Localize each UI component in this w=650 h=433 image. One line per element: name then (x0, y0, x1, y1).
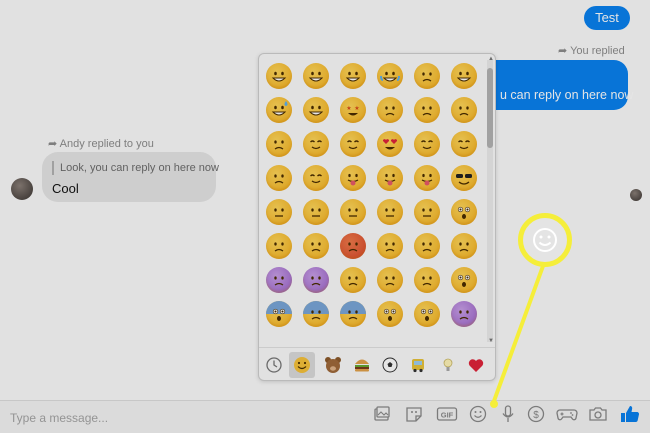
reply-arrow-icon: ➦ (48, 138, 58, 150)
emoji-option[interactable] (377, 301, 403, 327)
sent-message-test[interactable]: Test (584, 6, 630, 30)
you-replied-label: ➦ You replied (558, 44, 625, 57)
gif-icon[interactable]: GIF (436, 404, 458, 424)
messenger-window: Test ➦ You replied u can reply on here n… (0, 0, 650, 433)
emoji-option[interactable] (414, 233, 440, 259)
like-icon[interactable] (619, 404, 641, 424)
emoji-option[interactable] (451, 131, 477, 157)
emoji-option[interactable] (340, 199, 366, 225)
emoji-option[interactable] (303, 199, 329, 225)
emoji-scrollbar[interactable] (487, 60, 493, 342)
emoji-option[interactable] (303, 97, 329, 123)
smiley-icon[interactable] (289, 352, 315, 378)
emoji-option[interactable] (377, 199, 403, 225)
emoji-option[interactable] (266, 131, 292, 157)
soccer-icon[interactable] (379, 354, 401, 376)
emoji-option[interactable] (377, 165, 403, 191)
emoji-grid: ★ ★ (259, 54, 487, 344)
clock-icon[interactable] (263, 354, 285, 376)
emoji-option[interactable] (451, 267, 477, 293)
sticker-icon[interactable] (404, 404, 424, 424)
received-message[interactable]: Look, you can reply on here now Cool (42, 152, 219, 202)
photo-icon[interactable] (372, 404, 392, 424)
emoji-option[interactable] (266, 233, 292, 259)
emoji-option[interactable] (451, 63, 477, 89)
emoji-option[interactable] (340, 267, 366, 293)
svg-text:$: $ (533, 410, 539, 421)
emoji-option[interactable] (414, 301, 440, 327)
game-icon[interactable] (556, 404, 578, 424)
reply-arrow-icon: ➦ (558, 45, 568, 57)
heart-icon[interactable] (465, 354, 487, 376)
emoji-option[interactable] (266, 199, 292, 225)
emoji-option[interactable] (340, 131, 366, 157)
scroll-up-arrow-icon[interactable]: ▲ (488, 56, 494, 62)
emoji-option[interactable] (377, 233, 403, 259)
emoji-option[interactable] (414, 63, 440, 89)
bear-icon[interactable] (322, 354, 344, 376)
andy-replied-label: ➦ Andy replied to you (48, 137, 154, 150)
bulb-icon[interactable] (437, 354, 459, 376)
message-composer: Type a message... (0, 400, 650, 433)
emoji-icon[interactable] (468, 404, 488, 424)
emoji-icon-highlight (518, 213, 572, 267)
emoji-option[interactable] (377, 131, 403, 157)
emoji-option[interactable] (414, 97, 440, 123)
emoji-option[interactable] (303, 233, 329, 259)
emoji-option[interactable] (303, 63, 329, 89)
andy-replied-text: Andy replied to you (59, 138, 154, 150)
car-icon[interactable] (407, 354, 429, 376)
emoji-option[interactable] (451, 301, 477, 327)
burger-icon[interactable] (351, 354, 373, 376)
quoted-message: Look, you can reply on here now (52, 161, 219, 175)
emoji-option[interactable] (451, 199, 477, 225)
emoji-option[interactable] (340, 63, 366, 89)
emoji-option[interactable] (340, 165, 366, 191)
emoji-option[interactable] (414, 199, 440, 225)
emoji-option[interactable] (340, 301, 366, 327)
emoji-option[interactable] (303, 267, 329, 293)
emoji-picker: ★ ★ ▲ ▼ (258, 53, 496, 381)
sent-reply-text: u can reply on here now (500, 88, 634, 102)
payment-icon[interactable]: $ (526, 404, 546, 424)
emoji-option[interactable] (377, 267, 403, 293)
camera-icon[interactable] (588, 404, 608, 424)
emoji-option[interactable] (377, 97, 403, 123)
microphone-icon[interactable] (498, 404, 518, 424)
emoji-option[interactable] (414, 267, 440, 293)
emoji-option[interactable] (414, 165, 440, 191)
emoji-option[interactable]: ★ ★ (340, 97, 366, 123)
received-message-text: Cool (52, 181, 79, 196)
emoji-option[interactable] (303, 131, 329, 157)
emoji-option[interactable] (266, 165, 292, 191)
emoji-option[interactable] (377, 63, 403, 89)
emoji-option[interactable] (266, 301, 292, 327)
you-replied-text: You replied (570, 45, 625, 57)
emoji-option[interactable] (303, 165, 329, 191)
emoji-option[interactable] (266, 63, 292, 89)
svg-text:★: ★ (346, 105, 351, 112)
emoji-option[interactable] (451, 97, 477, 123)
emoji-option[interactable] (414, 131, 440, 157)
emoji-category-tabs (259, 347, 495, 380)
emoji-option[interactable] (266, 267, 292, 293)
emoji-option[interactable] (451, 165, 477, 191)
message-input[interactable]: Type a message... (10, 411, 108, 425)
emoji-option[interactable] (451, 233, 477, 259)
emoji-option[interactable] (303, 301, 329, 327)
emoji-option[interactable] (266, 97, 292, 123)
svg-text:★: ★ (354, 105, 359, 112)
svg-text:GIF: GIF (441, 411, 454, 420)
avatar[interactable] (11, 178, 33, 200)
emoji-option[interactable] (340, 233, 366, 259)
scroll-down-arrow-icon[interactable]: ▼ (488, 338, 494, 344)
emoji-scroll-thumb[interactable] (487, 68, 493, 148)
smiley-icon (533, 228, 557, 252)
read-receipt-avatar (630, 189, 642, 201)
